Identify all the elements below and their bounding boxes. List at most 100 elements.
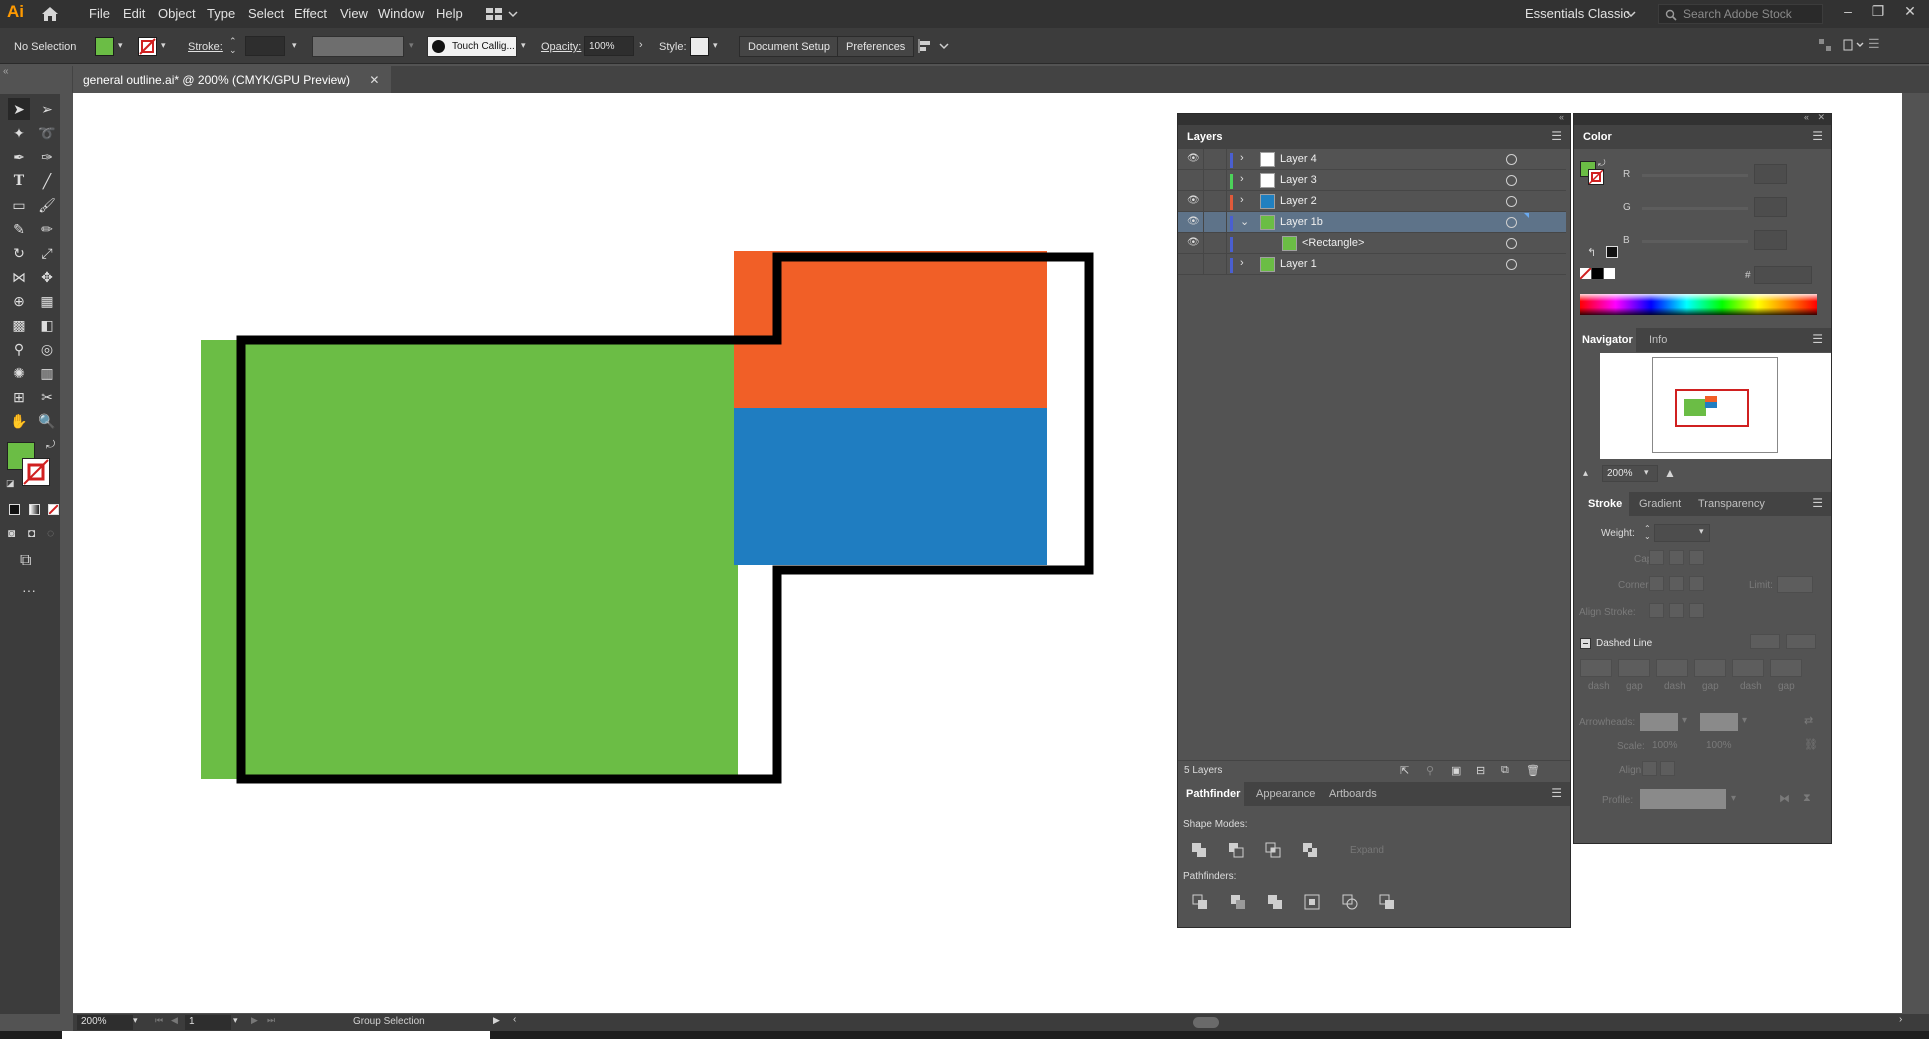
layer-name[interactable]: <Rectangle>	[1302, 237, 1364, 249]
rectangle-tool-icon[interactable]: ▭	[8, 194, 30, 216]
tab-info[interactable]: Info	[1649, 334, 1667, 346]
exclude-icon[interactable]	[1301, 841, 1319, 859]
menu-effect[interactable]: Effect	[294, 6, 327, 21]
lock-toggle[interactable]	[1205, 233, 1227, 254]
curvature-tool-icon[interactable]: ✑	[36, 146, 58, 168]
opacity-field[interactable]: 100%	[584, 36, 634, 56]
trim-icon[interactable]	[1229, 893, 1247, 911]
edit-toolbar-icon[interactable]: ···	[22, 582, 36, 598]
blend-tool-icon[interactable]: ◎	[36, 338, 58, 360]
none-color-swatch[interactable]	[1579, 267, 1592, 280]
dash-pattern-field[interactable]	[1770, 659, 1802, 677]
graphic-style-swatch[interactable]	[690, 37, 709, 56]
chevron-down-icon[interactable]: ▾	[292, 40, 297, 51]
dashed-line-checkbox[interactable]	[1580, 638, 1591, 649]
layer-sublayer-row[interactable]: 👁 <Rectangle>	[1178, 233, 1566, 254]
workspace-switcher[interactable]: Essentials Classic	[1525, 6, 1630, 21]
color-stroke-swatch[interactable]	[1588, 169, 1604, 185]
opacity-label[interactable]: Opacity:	[541, 41, 581, 53]
lock-toggle[interactable]	[1205, 254, 1227, 275]
miter-join-icon[interactable]	[1649, 576, 1664, 591]
artboard-number-field[interactable]: 1	[185, 1015, 231, 1030]
minus-back-icon[interactable]	[1378, 893, 1396, 911]
chevron-down-icon[interactable]: ▾	[118, 40, 123, 51]
align-outside-icon[interactable]	[1689, 603, 1704, 618]
target-circle-icon[interactable]	[1506, 154, 1517, 165]
align-center-icon[interactable]	[1649, 603, 1664, 618]
layer-row[interactable]: 👁 › Layer 2	[1178, 191, 1566, 212]
chevron-right-icon[interactable]: ›	[1240, 257, 1244, 269]
dash-pattern-field[interactable]	[1732, 659, 1764, 677]
rotate-tool-icon[interactable]: ↻	[8, 242, 30, 264]
previous-artboard-icon[interactable]: ◀	[171, 1015, 178, 1026]
close-tab-icon[interactable]: ✕	[369, 73, 379, 87]
navigator-preview[interactable]	[1600, 353, 1831, 459]
out-of-gamut-icon[interactable]: ↰	[1587, 246, 1596, 259]
lock-toggle[interactable]	[1205, 170, 1227, 191]
tab-navigator[interactable]: Navigator	[1582, 334, 1633, 346]
chevron-down-icon[interactable]: ▾	[233, 1015, 238, 1026]
zoom-tool-icon[interactable]: 🔍	[36, 410, 58, 432]
swap-colors-icon[interactable]: ⤾	[1598, 158, 1606, 169]
pen-tool-icon[interactable]: ✒	[8, 146, 30, 168]
export-icon[interactable]: ⇱	[1400, 764, 1409, 777]
shaper-tool-icon[interactable]: ✎	[8, 218, 30, 240]
color-mode-icon[interactable]	[9, 504, 20, 515]
arrange-icon[interactable]	[1818, 38, 1832, 52]
layer-name[interactable]: Layer 1	[1280, 258, 1317, 270]
chevron-right-icon[interactable]: ›	[1240, 173, 1244, 185]
line-tool-icon[interactable]: ╱	[36, 170, 58, 192]
visibility-toggle[interactable]: 👁	[1178, 149, 1204, 170]
column-graph-tool-icon[interactable]: ▥	[36, 362, 58, 384]
make-clipping-mask-icon[interactable]: ▣	[1451, 764, 1461, 777]
chevron-down-icon[interactable]: ▾	[133, 1015, 138, 1026]
b-value[interactable]	[1754, 230, 1787, 250]
chevron-down-icon[interactable]: ▾	[521, 40, 526, 51]
chevron-right-icon[interactable]: ›	[1240, 194, 1244, 206]
r-value[interactable]	[1754, 164, 1787, 184]
chevron-down-icon[interactable]: ▾	[161, 40, 166, 51]
brush-definition[interactable]: Touch Callig...	[427, 36, 517, 57]
butt-cap-icon[interactable]	[1649, 550, 1664, 565]
selection-tool-icon[interactable]: ➤	[8, 98, 30, 120]
last-color-swatch[interactable]	[1606, 246, 1618, 258]
draw-inside-icon[interactable]: ◌	[47, 526, 54, 540]
g-value[interactable]	[1754, 197, 1787, 217]
eyedropper-tool-icon[interactable]: ⚲	[8, 338, 30, 360]
menu-select[interactable]: Select	[248, 6, 284, 21]
tab-gradient[interactable]: Gradient	[1639, 498, 1681, 510]
profile-select[interactable]	[1640, 789, 1726, 809]
expand-button[interactable]: Expand	[1332, 841, 1402, 861]
visibility-toggle[interactable]: 👁	[1178, 233, 1204, 254]
first-artboard-icon[interactable]: ⏮	[155, 1015, 163, 1026]
layer-row[interactable]: › Layer 1	[1178, 254, 1566, 275]
target-circle-icon[interactable]	[1506, 175, 1517, 186]
next-artboard-icon[interactable]: ▶	[251, 1015, 258, 1026]
tab-pathfinder[interactable]: Pathfinder	[1186, 788, 1240, 800]
menu-type[interactable]: Type	[207, 6, 235, 21]
last-artboard-icon[interactable]: ⏭	[267, 1015, 275, 1026]
mesh-tool-icon[interactable]: ▩	[8, 314, 30, 336]
dash-pattern-field[interactable]	[1618, 659, 1650, 677]
lasso-tool-icon[interactable]: ➰	[36, 122, 58, 144]
visibility-toggle[interactable]	[1178, 170, 1204, 191]
pencil-tool-icon[interactable]: ✏	[36, 218, 58, 240]
zoom-out-icon[interactable]: ▴	[1583, 468, 1588, 479]
lock-toggle[interactable]	[1205, 149, 1227, 170]
menu-view[interactable]: View	[340, 6, 368, 21]
panel-grip[interactable]: « ✕	[1574, 112, 1831, 125]
link-scale-icon[interactable]: ⛓	[1804, 738, 1818, 751]
collapse-panel-icon[interactable]: «	[1559, 112, 1564, 122]
scale-tool-icon[interactable]: ⤢	[36, 242, 58, 264]
blue-rectangle[interactable]	[734, 408, 1047, 565]
start-arrowhead-select[interactable]	[1640, 713, 1678, 731]
collapse-panel-icon[interactable]: «	[1804, 112, 1809, 122]
chevron-right-icon[interactable]: ›	[639, 39, 643, 51]
target-circle-icon[interactable]	[1506, 196, 1517, 207]
lock-toggle[interactable]	[1205, 191, 1227, 212]
layer-row[interactable]: 👁 ⌄ Layer 1b	[1178, 212, 1566, 233]
start-scale-field[interactable]: 100%	[1646, 738, 1684, 754]
layer-name[interactable]: Layer 3	[1280, 174, 1317, 186]
transform-icon[interactable]	[1843, 38, 1865, 52]
home-icon[interactable]	[40, 5, 60, 23]
